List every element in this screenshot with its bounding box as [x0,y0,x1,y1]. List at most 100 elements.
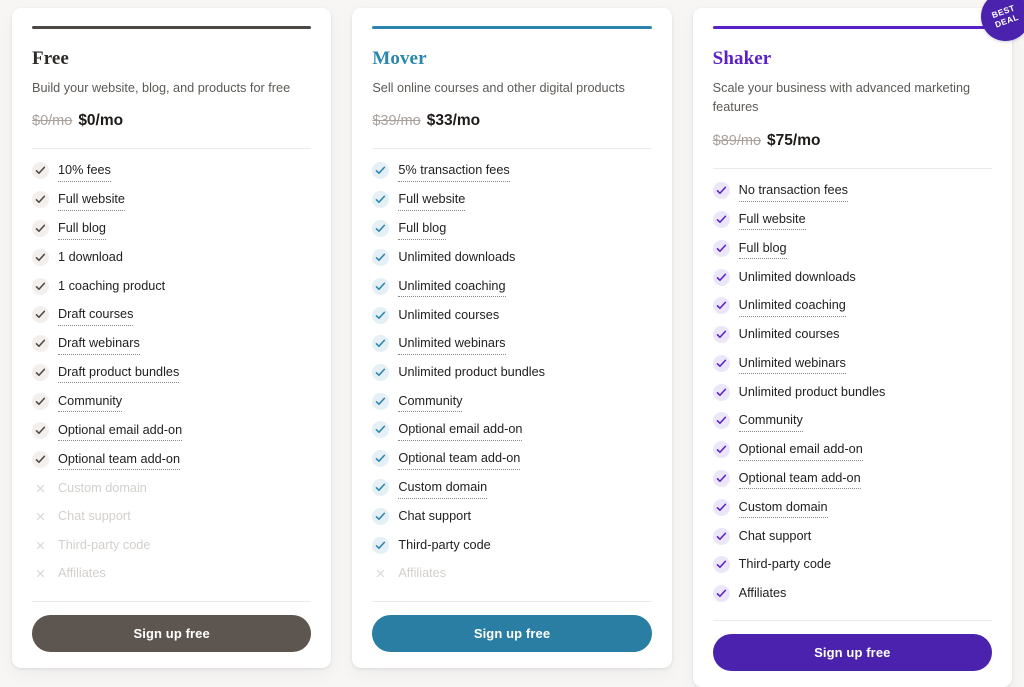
feature-label[interactable]: Full website [398,190,466,211]
feature-label[interactable]: 10% fees [58,161,111,182]
feature-label: Third-party code [738,557,832,572]
feature-item: Chat support [712,527,992,547]
plan-description: Build your website, blog, and products f… [32,80,291,95]
feature-item: Unlimited downloads [712,268,992,288]
check-icon [32,162,49,180]
plan-accent-bar [372,26,652,29]
feature-item: Custom domain [712,498,992,519]
feature-item: Chat support [32,507,311,527]
check-icon [712,297,730,315]
check-icon [712,556,730,574]
signup-button-free[interactable]: Sign up free [32,614,312,652]
feature-label[interactable]: Optional team add-on [738,469,861,490]
plan-price-original: $39/mo [372,113,421,130]
feature-item: Unlimited courses [712,325,992,345]
check-icon [372,249,390,267]
feature-item: Full website [372,190,651,211]
feature-item: No transaction fees [712,181,992,202]
feature-item: Affiliates [712,584,992,604]
check-icon [372,536,390,554]
feature-label[interactable]: Full blog [398,219,447,240]
plan-price-current: $33/mo [426,112,481,130]
feature-label: Unlimited product bundles [398,365,546,380]
check-icon [32,249,49,267]
feature-item: Unlimited courses [372,306,651,326]
signup-button-mover[interactable]: Sign up free [372,614,652,652]
feature-label[interactable]: Optional team add-on [58,450,181,471]
feature-label[interactable]: Community [398,392,463,412]
feature-label: 1 coaching product [58,278,166,293]
feature-item: Draft webinars [32,334,311,355]
check-icon [712,584,730,602]
check-icon [372,479,390,497]
feature-label[interactable]: Full blog [58,219,106,240]
plan-card-shaker: BEST DEAL Shaker Scale your business with a… [692,0,1024,687]
plan-accent-bar [32,26,312,29]
feature-label[interactable]: No transaction fees [738,181,848,202]
feature-label[interactable]: Community [738,411,803,432]
feature-label: 1 download [58,250,123,265]
feature-label: Affiliates [738,585,787,600]
plan-description: Scale your business with advanced market… [712,80,971,115]
feature-label: Unlimited courses [738,327,840,342]
feature-item: Full blog [712,239,992,260]
feature-item: Affiliates [32,564,311,584]
plan-price-row: $39/mo $33/mo [372,112,651,130]
feature-item: Unlimited coaching [372,277,651,298]
plan-accent-bar [712,26,992,29]
header-divider [372,148,652,150]
feature-item: Full website [712,210,992,231]
check-icon [372,191,390,209]
pricing-plans-grid: Free Build your website, blog, and produc… [0,0,1024,687]
plan-card-free: Free Build your website, blog, and produc… [12,8,332,668]
cross-icon [32,537,49,554]
feature-label[interactable]: Unlimited coaching [398,277,506,298]
check-icon [372,306,390,324]
check-icon [32,306,49,324]
feature-item: Full blog [372,219,651,240]
signup-button-shaker[interactable]: Sign up free [712,634,992,672]
feature-label: Affiliates [398,566,447,581]
feature-item: Optional email add-on [32,421,311,442]
feature-label[interactable]: Optional email add-on [58,421,183,442]
feature-item: Unlimited product bundles [372,363,651,383]
feature-label[interactable]: Full website [58,190,125,211]
plan-description: Sell online courses and other digital pr… [372,80,625,95]
feature-label[interactable]: Community [58,392,123,413]
feature-label[interactable]: Custom domain [398,478,488,499]
feature-label[interactable]: Optional team add-on [398,449,521,470]
plan-card-mover: Mover Sell online courses and other digit… [352,8,672,668]
feature-item: Third-party code [32,536,311,556]
plan-title: Mover [372,48,427,69]
feature-label[interactable]: Draft product bundles [58,363,180,384]
plan-price-row: $89/mo $75/mo [713,132,992,150]
plan-price-current: $0/mo [78,112,124,130]
feature-item: Affiliates [372,564,651,584]
feature-label[interactable]: Unlimited webinars [398,334,506,355]
feature-item: Unlimited coaching [712,296,992,317]
check-icon [32,392,49,410]
check-icon [712,470,730,488]
feature-label[interactable]: Unlimited coaching [738,296,846,317]
check-icon [372,508,390,526]
check-icon [712,182,730,200]
feature-label[interactable]: Optional email add-on [738,440,863,461]
feature-label[interactable]: Draft webinars [58,334,140,355]
feature-label: Custom domain [58,480,147,495]
feature-label: Unlimited courses [398,307,500,322]
feature-label[interactable]: Full website [738,210,806,231]
feature-label[interactable]: Unlimited webinars [738,354,846,375]
feature-item: 1 download [32,248,311,268]
check-icon [32,191,49,209]
feature-label[interactable]: Optional email add-on [398,420,523,441]
best-deal-badge: BEST DEAL [980,0,1024,41]
feature-label: Chat support [738,528,812,543]
feature-label[interactable]: Full blog [738,239,787,260]
plan-title: Free [32,48,69,69]
feature-label[interactable]: Custom domain [738,498,828,519]
check-icon [712,412,730,430]
feature-item: Optional team add-on [32,450,311,471]
feature-label[interactable]: Draft courses [58,305,134,326]
plan-price-original: $0/mo [32,113,73,130]
feature-label[interactable]: 5% transaction fees [398,161,510,182]
